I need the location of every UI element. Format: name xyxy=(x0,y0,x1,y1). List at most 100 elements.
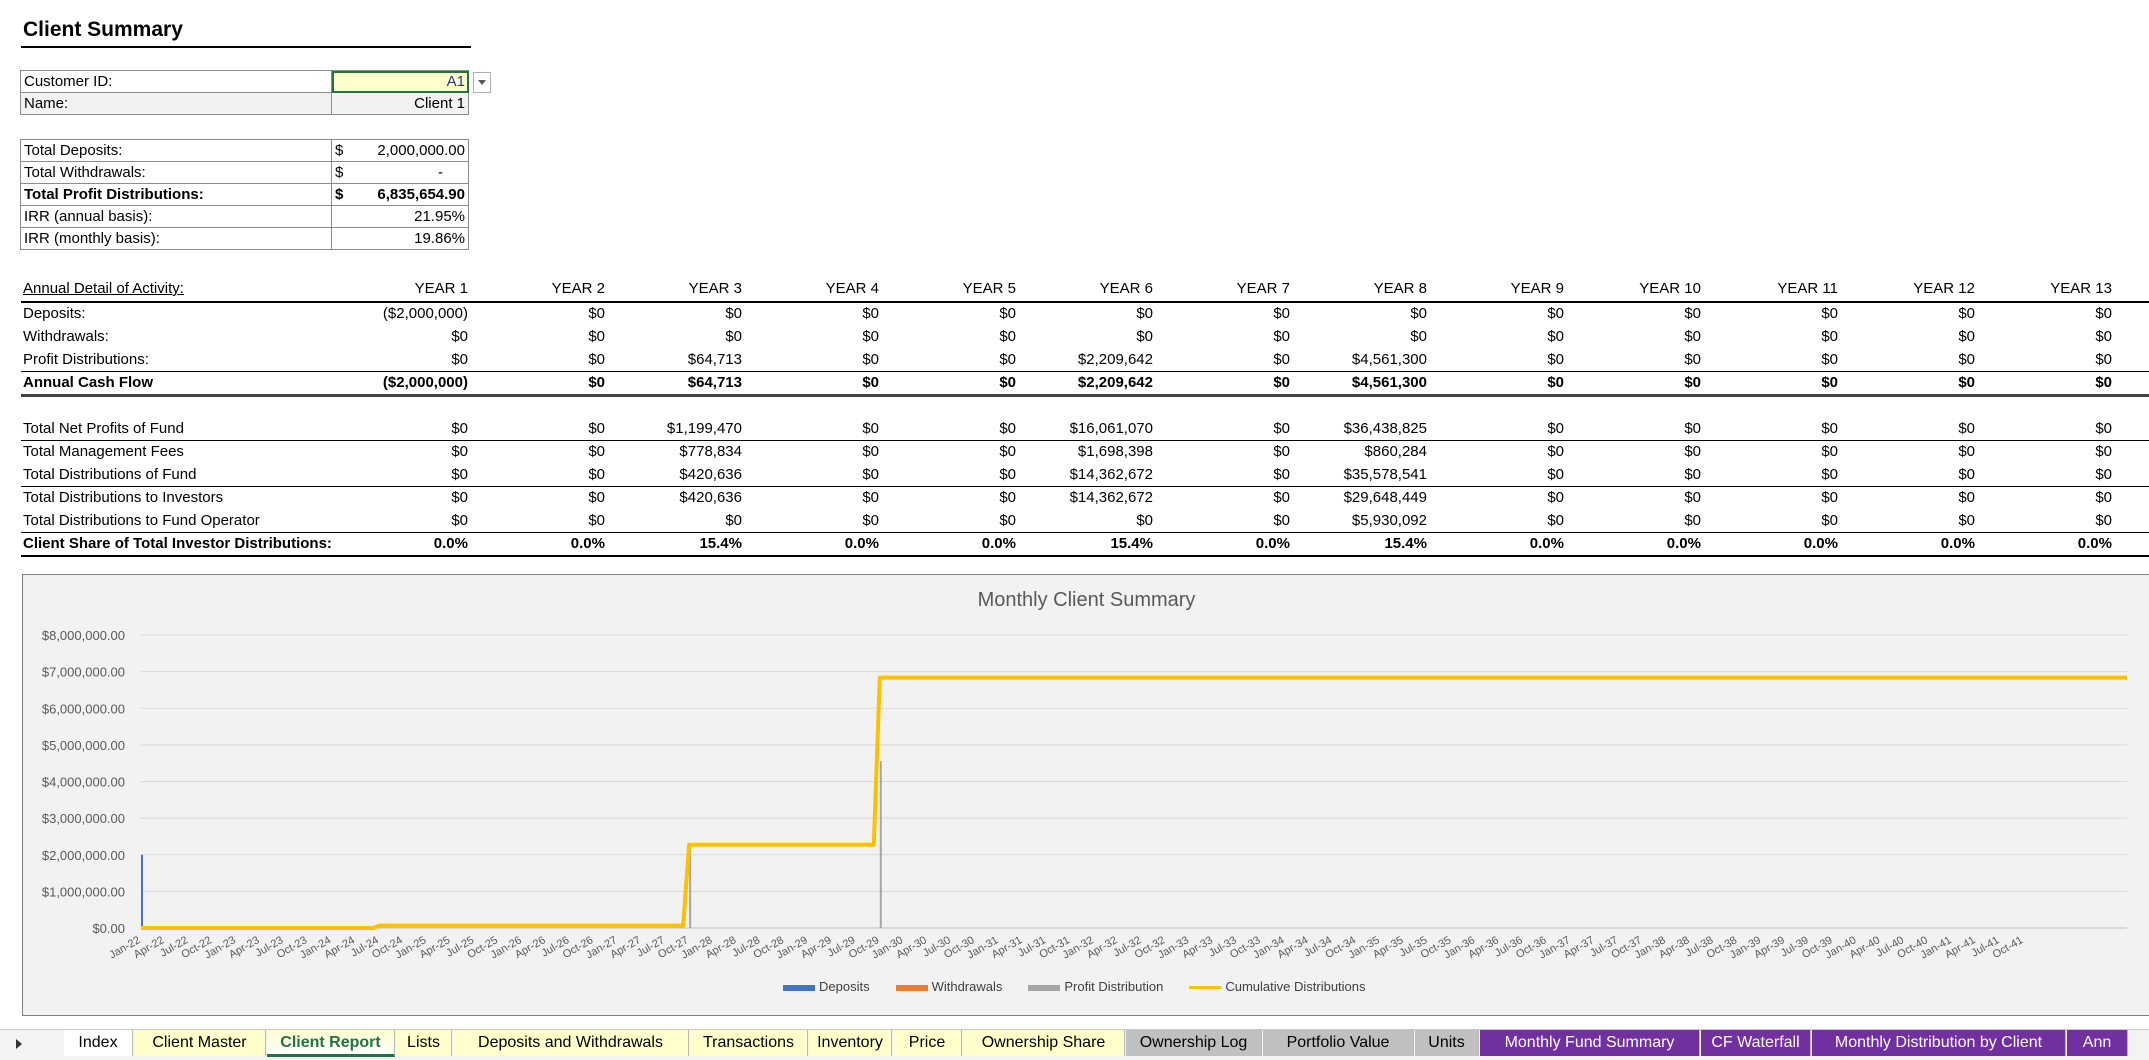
grid-cell: $0 xyxy=(1273,328,1290,345)
grid-cell: $0 xyxy=(999,443,1016,460)
sheet-tab-client-report[interactable]: Client Report xyxy=(267,1030,395,1057)
row-label: Annual Cash Flow xyxy=(23,374,154,391)
grid-cell: $0 xyxy=(2095,328,2112,345)
grid-cell: $0 xyxy=(862,420,879,437)
year-header: YEAR 12 xyxy=(1913,280,1975,297)
grid-cell: $0 xyxy=(451,443,468,460)
row-divider xyxy=(21,555,2149,557)
y-tick-label: $4,000,000.00 xyxy=(42,775,125,790)
y-tick-label: $1,000,000.00 xyxy=(42,884,125,899)
grid-cell: $0 xyxy=(1821,443,1838,460)
grid-cell: $1,698,398 xyxy=(1077,443,1153,460)
grid-cell: $0 xyxy=(1410,305,1427,322)
legend-item: Withdrawals xyxy=(895,979,1003,994)
grid-cell: $0 xyxy=(1410,328,1427,345)
totals-label: IRR (monthly basis): xyxy=(20,227,332,250)
y-tick-label: $3,000,000.00 xyxy=(42,811,125,826)
fund-row: Total Distributions of Fund $0 $0 $420,636 $… xyxy=(0,464,2149,487)
year-header: YEAR 6 xyxy=(1099,280,1153,297)
grid-cell: $0 xyxy=(2095,489,2112,506)
grid-cell: $0 xyxy=(1547,328,1564,345)
tab-scroll-right-icon[interactable] xyxy=(16,1039,22,1049)
grid-cell: $0 xyxy=(1821,305,1838,322)
grid-cell: $14,362,672 xyxy=(1069,489,1153,506)
grid-cell: $0 xyxy=(1547,305,1564,322)
sheet-tab-price[interactable]: Price xyxy=(893,1030,962,1056)
grid-cell: $14,362,672 xyxy=(1069,466,1153,483)
grid-cell: $5,930,092 xyxy=(1351,512,1427,529)
currency-symbol: $ xyxy=(335,164,344,181)
grid-cell: $0 xyxy=(1273,420,1290,437)
totals-label: Total Deposits: xyxy=(20,139,332,162)
fund-row: Total Net Profits of Fund $0 $0 $1,199,470 $… xyxy=(0,418,2149,441)
grid-cell: $0 xyxy=(1958,328,1975,345)
year-header: YEAR 9 xyxy=(1510,280,1564,297)
sheet-tab-client-master[interactable]: Client Master xyxy=(134,1030,266,1056)
grid-cell: $0 xyxy=(1958,466,1975,483)
year-header: YEAR 3 xyxy=(688,280,742,297)
sheet-tab-deposits-and-withdrawals[interactable]: Deposits and Withdrawals xyxy=(453,1030,689,1056)
annual-header-label: Annual Detail of Activity: xyxy=(23,280,184,297)
row-divider xyxy=(21,371,2149,372)
sheet-tab-monthly-fund-summary[interactable]: Monthly Fund Summary xyxy=(1480,1030,1700,1056)
grid-cell: $0 xyxy=(1547,351,1564,368)
legend-item: Profit Distribution xyxy=(1028,979,1163,994)
grid-cell: $0 xyxy=(1958,305,1975,322)
grid-cell: $0 xyxy=(999,351,1016,368)
sheet-tab-ownership-log[interactable]: Ownership Log xyxy=(1126,1030,1262,1056)
legend-swatch xyxy=(895,984,928,991)
sheet-tab-index[interactable]: Index xyxy=(64,1030,133,1056)
sheet-tab-lists[interactable]: Lists xyxy=(396,1030,452,1056)
grid-cell: $0 xyxy=(862,328,879,345)
grid-cell: 0.0% xyxy=(1529,535,1564,552)
grid-cell: $0 xyxy=(999,512,1016,529)
grid-cell: $0 xyxy=(1684,305,1701,322)
legend-swatch xyxy=(1189,986,1222,990)
grid-cell: $0 xyxy=(1958,489,1975,506)
grid-cell: $0 xyxy=(725,512,742,529)
grid-cell: $0 xyxy=(451,512,468,529)
sheet-tab-ownership-share[interactable]: Ownership Share xyxy=(963,1030,1125,1056)
row-label: Deposits: xyxy=(23,305,86,322)
chart-plot: $0.00 $1,000,000.00 $2,000,000.00 $3,000,00… xyxy=(42,628,2127,961)
monthly-client-summary-chart[interactable]: Monthly Client Summary $0.00 $1,000,000.0… xyxy=(22,574,2149,1016)
row-label: Total Distributions to Investors xyxy=(23,489,224,506)
sheet-tab-portfolio-value[interactable]: Portfolio Value xyxy=(1263,1030,1414,1056)
sheet-tab-transactions[interactable]: Transactions xyxy=(690,1030,808,1056)
amount: - xyxy=(438,164,443,181)
totals-value: 21.95% xyxy=(331,205,469,228)
grid-cell: $0 xyxy=(999,466,1016,483)
grid-cell: $0 xyxy=(999,489,1016,506)
grid-cell: $0 xyxy=(862,489,879,506)
grid-cell: $0 xyxy=(1273,305,1290,322)
grid-cell: $0 xyxy=(1821,351,1838,368)
sheet-tab-monthly-distribution-by-client[interactable]: Monthly Distribution by Client xyxy=(1812,1030,2066,1056)
row-divider xyxy=(21,394,2149,397)
sheet-tab-ann[interactable]: Ann xyxy=(2067,1030,2128,1056)
grid-cell: $0 xyxy=(999,374,1016,391)
totals-label: IRR (annual basis): xyxy=(20,205,332,228)
customer-id-dropdown-button[interactable] xyxy=(473,72,491,93)
grid-cell: $0 xyxy=(1821,512,1838,529)
fund-row: Total Distributions to Fund Operator $0 $0… xyxy=(0,510,2149,533)
grid-cell: $1,199,470 xyxy=(666,420,742,437)
grid-cell: $0 xyxy=(1684,420,1701,437)
totals-value: 19.86% xyxy=(331,227,469,250)
grid-cell: 0.0% xyxy=(433,535,468,552)
grid-cell: $0 xyxy=(1273,512,1290,529)
grid-cell: $36,438,825 xyxy=(1343,420,1427,437)
sheet-tab-units[interactable]: Units xyxy=(1415,1030,1479,1056)
activity-row: Deposits: ($2,000,000) $0 $0 $0 $0 $0 $0 $0 $0 $0 $… xyxy=(0,303,2149,326)
grid-cell: $0 xyxy=(588,351,605,368)
customer-id-cell[interactable]: A1 xyxy=(331,70,469,93)
grid-cell: $0 xyxy=(2095,305,2112,322)
amount: 2,000,000.00 xyxy=(377,142,465,159)
sheet-tab-inventory[interactable]: Inventory xyxy=(809,1030,892,1056)
legend-label: Withdrawals xyxy=(931,979,1003,994)
grid-cell: $2,209,642 xyxy=(1077,351,1153,368)
grid-cell: $0 xyxy=(2095,443,2112,460)
grid-cell: $0 xyxy=(1958,512,1975,529)
currency-symbol: $ xyxy=(335,142,344,159)
sheet-tab-cf-waterfall[interactable]: CF Waterfall xyxy=(1701,1030,1811,1056)
row-label: Total Distributions of Fund xyxy=(23,466,197,483)
